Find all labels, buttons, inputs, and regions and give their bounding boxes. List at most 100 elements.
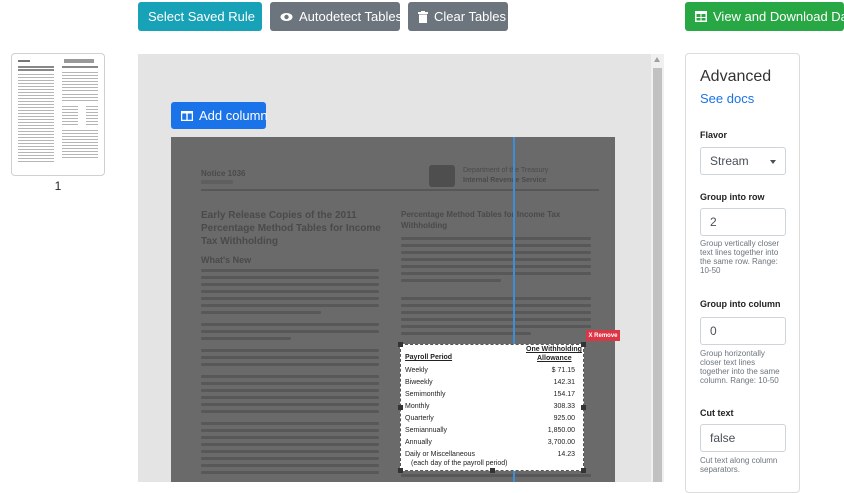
doc-text-line — [401, 251, 591, 254]
doc-text-line — [201, 356, 379, 359]
clear-tables-button[interactable]: Clear Tables — [408, 2, 508, 31]
eye-icon — [280, 12, 293, 22]
chevron-down-icon — [770, 160, 776, 164]
table-header-allowance-1: One Withholding — [526, 346, 582, 353]
add-column-label: Add column — [199, 108, 268, 123]
group-row-help: Group vertically closer text lines toget… — [700, 239, 780, 275]
view-download-label: View and Download Data — [713, 9, 844, 24]
panel-title: Advanced — [700, 68, 772, 85]
group-row-label: Group into row — [700, 192, 765, 202]
table-row-note: (each day of the payroll period) — [411, 460, 508, 467]
doc-text-line — [201, 403, 379, 406]
doc-dept: Department of the Treasury — [463, 167, 549, 174]
doc-text-line — [201, 283, 379, 286]
doc-text-line — [201, 464, 379, 467]
doc-text-line — [201, 363, 379, 366]
cut-text-input[interactable]: false — [700, 424, 786, 452]
doc-text-line — [401, 474, 591, 477]
resize-handle-ml[interactable] — [398, 405, 403, 410]
irs-logo-icon — [429, 165, 455, 187]
columns-icon — [181, 110, 193, 121]
doc-text-line — [201, 349, 379, 352]
clear-tables-label: Clear Tables — [434, 9, 507, 24]
table-row-period: Daily or Miscellaneous — [405, 451, 476, 458]
doc-notice: Notice 1036 — [201, 169, 246, 178]
doc-text-line — [401, 265, 591, 268]
doc-text-line — [201, 375, 379, 378]
doc-text-line — [401, 279, 501, 282]
advanced-panel: Advanced See docs Flavor Stream Group in… — [685, 53, 800, 493]
doc-text-line — [201, 450, 379, 453]
doc-whats-new: What's New — [201, 255, 252, 265]
doc-irs: Internal Revenue Service — [463, 177, 547, 184]
table-row-period: Weekly — [405, 367, 428, 374]
doc-text-line — [201, 330, 379, 333]
table-header-period: Payroll Period — [405, 354, 453, 361]
table-row-period: Biweekly — [405, 379, 433, 386]
flavor-label: Flavor — [700, 130, 728, 140]
doc-text-line — [201, 429, 379, 432]
add-column-button[interactable]: Add column — [171, 102, 268, 129]
cut-text-label: Cut text — [700, 408, 734, 418]
table-row-period: Annually — [405, 439, 432, 446]
resize-handle-bm[interactable] — [490, 468, 495, 473]
doc-text-line — [401, 304, 591, 307]
resize-handle-tl[interactable] — [398, 342, 403, 347]
group-col-label: Group into column — [700, 299, 781, 309]
doc-rule — [201, 189, 599, 191]
table-row-amount: 3,700.00 — [547, 439, 575, 446]
autodetect-tables-label: Autodetect Tables — [299, 9, 403, 24]
resize-handle-bl[interactable] — [398, 468, 403, 473]
doc-text-line — [201, 436, 379, 439]
doc-text-line — [401, 244, 591, 247]
resize-handle-mr[interactable] — [581, 405, 586, 410]
table-header-allowance-2: Allowance — [537, 355, 572, 362]
doc-text-line — [201, 290, 379, 293]
thumbnail-page-number: 1 — [54, 179, 62, 193]
doc-text-line — [401, 237, 591, 240]
trash-icon — [418, 10, 428, 23]
doc-text-line — [401, 297, 591, 300]
table-row-amount: 308.33 — [553, 403, 575, 410]
doc-text-line — [201, 457, 379, 460]
group-row-input[interactable]: 2 — [700, 208, 786, 236]
table-row-period: Semiannually — [405, 427, 448, 434]
doc-text-line — [401, 325, 591, 328]
table-row-period: Monthly — [405, 403, 430, 410]
doc-text-line — [401, 318, 591, 321]
doc-text-line — [201, 389, 379, 392]
select-saved-rule-label: Select Saved Rule — [148, 9, 255, 24]
table-row-amount: 142.31 — [553, 379, 575, 386]
autodetect-tables-button[interactable]: Autodetect Tables — [270, 2, 403, 31]
flavor-select[interactable]: Stream — [700, 147, 786, 175]
select-saved-rule-button[interactable]: Select Saved Rule — [138, 2, 271, 31]
cut-text-value: false — [710, 431, 736, 445]
table-row-period: Quarterly — [405, 415, 434, 422]
see-docs-link[interactable]: See docs — [700, 91, 754, 106]
group-col-input[interactable]: 0 — [700, 317, 786, 345]
remove-table-button[interactable]: X Remove — [586, 330, 620, 341]
cut-text-help: Cut text along column separators. — [700, 456, 778, 474]
doc-text-line — [201, 422, 379, 425]
table-row-amount: 14.23 — [557, 451, 575, 458]
scroll-up-icon[interactable] — [654, 57, 660, 62]
doc-heading-right: Percentage Method Tables for Income Tax … — [401, 210, 561, 230]
table-row-amount: 1,850.00 — [547, 427, 575, 434]
view-download-button[interactable]: View and Download Data — [685, 2, 844, 31]
doc-text-line — [201, 304, 379, 307]
table-row-amount: $ 71.15 — [551, 367, 575, 374]
doc-date-line — [201, 180, 233, 184]
group-col-value: 0 — [710, 324, 717, 338]
scrollbar-thumb[interactable] — [653, 68, 662, 482]
doc-text-line — [201, 382, 379, 385]
table-icon — [695, 11, 707, 22]
doc-text-line — [201, 410, 379, 413]
doc-text-line — [401, 272, 591, 275]
doc-text-line — [201, 311, 321, 314]
table-row-period: Semimonthly — [405, 391, 446, 398]
flavor-value: Stream — [710, 154, 749, 168]
doc-text-line — [401, 258, 591, 261]
page-thumbnail[interactable] — [11, 53, 105, 176]
resize-handle-br[interactable] — [581, 468, 586, 473]
viewer-scrollbar[interactable] — [651, 54, 664, 482]
